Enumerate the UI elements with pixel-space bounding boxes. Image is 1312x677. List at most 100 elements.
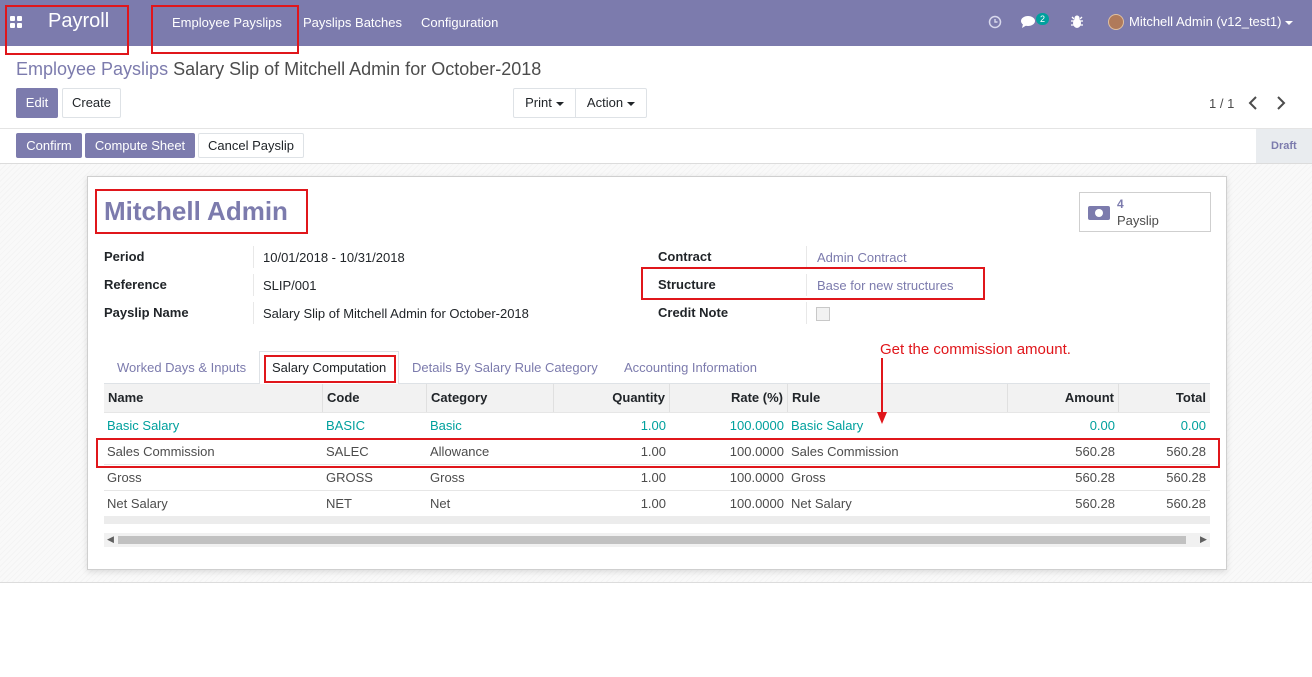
period-label: Period — [104, 249, 145, 264]
cell-name[interactable]: Sales Commission — [107, 439, 215, 465]
cell-total[interactable]: 0.00 — [1119, 413, 1206, 439]
menu-payslips-batches[interactable]: Payslips Batches — [303, 15, 402, 30]
menu-employee-payslips[interactable]: Employee Payslips — [172, 15, 282, 30]
cell-amount[interactable]: 0.00 — [1008, 413, 1115, 439]
period-value[interactable]: 10/01/2018 - 10/31/2018 — [263, 250, 405, 265]
column-rule[interactable]: Rule — [788, 384, 1008, 412]
chevron-down-icon — [1285, 20, 1294, 25]
create-button[interactable]: Create — [62, 88, 121, 118]
payslip-count: 4 — [1117, 197, 1124, 211]
column-code[interactable]: Code — [323, 384, 427, 412]
cell-code[interactable]: GROSS — [326, 465, 373, 491]
pager-next-icon[interactable] — [1276, 96, 1286, 110]
cancel-payslip-button[interactable]: Cancel Payslip — [198, 133, 304, 158]
cell-rule[interactable]: Basic Salary — [791, 413, 863, 439]
column-rate[interactable]: Rate (%) — [670, 384, 788, 412]
money-icon — [1088, 206, 1110, 220]
structure-link[interactable]: Base for new structures — [817, 278, 954, 293]
credit-note-checkbox[interactable] — [816, 307, 830, 321]
field-separator — [253, 274, 254, 296]
tab-salary-computation-label[interactable]: Salary Computation — [272, 360, 386, 375]
cell-amount[interactable]: 560.28 — [1008, 465, 1115, 491]
cell-total[interactable]: 560.28 — [1119, 465, 1206, 491]
scroll-left-icon[interactable]: ◀ — [107, 534, 114, 545]
activity-clock-icon[interactable] — [988, 15, 1002, 29]
table-row[interactable]: Gross GROSS Gross 1.00 100.0000 Gross 56… — [104, 464, 1210, 490]
field-separator — [806, 274, 807, 296]
cell-quantity[interactable]: 1.00 — [554, 465, 666, 491]
chat-count-badge: 2 — [1036, 13, 1050, 25]
app-brand[interactable]: Payroll — [48, 10, 109, 33]
cell-category[interactable]: Basic — [430, 413, 462, 439]
table-row[interactable]: Net Salary NET Net 1.00 100.0000 Net Sal… — [104, 490, 1210, 516]
cell-quantity[interactable]: 1.00 — [554, 491, 666, 517]
cell-code[interactable]: NET — [326, 491, 352, 517]
cell-name[interactable]: Gross — [107, 465, 142, 491]
credit-note-label: Credit Note — [658, 305, 729, 320]
apps-menu-icon[interactable] — [10, 16, 23, 29]
tab-accounting-information[interactable]: Accounting Information — [624, 360, 757, 375]
breadcrumb-parent[interactable]: Employee Payslips — [16, 59, 168, 79]
column-name[interactable]: Name — [104, 384, 323, 412]
user-menu[interactable]: Mitchell Admin (v12_test1) — [1129, 14, 1294, 29]
column-amount[interactable]: Amount — [1008, 384, 1119, 412]
payslip-name-value[interactable]: Salary Slip of Mitchell Admin for Octobe… — [263, 306, 529, 321]
horizontal-scrollbar[interactable]: ◀ ▶ — [104, 533, 1210, 547]
cell-total[interactable]: 560.28 — [1119, 439, 1206, 465]
employee-name[interactable]: Mitchell Admin — [104, 196, 288, 227]
edit-button[interactable]: Edit — [16, 88, 58, 118]
cell-quantity[interactable]: 1.00 — [554, 439, 666, 465]
cell-code[interactable]: SALEC — [326, 439, 369, 465]
print-dropdown[interactable]: Print — [513, 88, 576, 118]
form-background-border — [0, 582, 1312, 583]
top-navbar: Payroll Employee Payslips Payslips Batch… — [0, 0, 1312, 46]
payslip-label: Payslip — [1117, 213, 1159, 228]
contract-label: Contract — [658, 249, 712, 264]
cell-rate[interactable]: 100.0000 — [670, 413, 784, 439]
annotation-arrow-head — [877, 412, 887, 424]
action-dropdown[interactable]: Action — [575, 88, 647, 118]
cell-rate[interactable]: 100.0000 — [670, 465, 784, 491]
cell-rule[interactable]: Gross — [791, 465, 826, 491]
confirm-button[interactable]: Confirm — [16, 133, 82, 158]
user-name: Mitchell Admin (v12_test1) — [1129, 14, 1282, 29]
scroll-right-icon[interactable]: ▶ — [1200, 534, 1207, 545]
column-total[interactable]: Total — [1119, 384, 1210, 412]
tab-worked-days[interactable]: Worked Days & Inputs — [117, 360, 246, 375]
contract-link[interactable]: Admin Contract — [817, 250, 907, 265]
cell-code[interactable]: BASIC — [326, 413, 365, 439]
reference-value[interactable]: SLIP/001 — [263, 278, 317, 293]
field-separator — [806, 302, 807, 324]
table-row[interactable]: Basic Salary BASIC Basic 1.00 100.0000 B… — [104, 412, 1210, 438]
column-quantity[interactable]: Quantity — [554, 384, 670, 412]
user-avatar[interactable] — [1108, 14, 1124, 30]
scrollbar-thumb[interactable] — [118, 536, 1186, 544]
cell-category[interactable]: Allowance — [430, 439, 489, 465]
chevron-down-icon — [555, 101, 564, 106]
cell-category[interactable]: Gross — [430, 465, 465, 491]
payslip-smart-button[interactable]: 4 Payslip — [1079, 192, 1211, 232]
cell-quantity[interactable]: 1.00 — [554, 413, 666, 439]
table-row[interactable]: Sales Commission SALEC Allowance 1.00 10… — [104, 438, 1210, 464]
pager-value[interactable]: 1 / 1 — [1209, 96, 1234, 111]
column-category[interactable]: Category — [427, 384, 554, 412]
menu-configuration[interactable]: Configuration — [421, 15, 498, 30]
tab-details-by-category[interactable]: Details By Salary Rule Category — [412, 360, 598, 375]
cell-rule[interactable]: Sales Commission — [791, 439, 899, 465]
chat-icon[interactable] — [1021, 15, 1037, 29]
compute-sheet-button[interactable]: Compute Sheet — [85, 133, 195, 158]
debug-bug-icon[interactable] — [1070, 14, 1084, 29]
cell-name[interactable]: Net Salary — [107, 491, 168, 517]
cell-name[interactable]: Basic Salary — [107, 413, 179, 439]
cell-rate[interactable]: 100.0000 — [670, 439, 784, 465]
cell-rule[interactable]: Net Salary — [791, 491, 852, 517]
action-label: Action — [586, 95, 624, 110]
chevron-down-icon — [627, 101, 636, 106]
cell-rate[interactable]: 100.0000 — [670, 491, 784, 517]
cell-amount[interactable]: 560.28 — [1008, 491, 1115, 517]
pager-previous-icon[interactable] — [1248, 96, 1258, 110]
cell-category[interactable]: Net — [430, 491, 450, 517]
status-draft[interactable]: Draft — [1256, 129, 1312, 163]
cell-total[interactable]: 560.28 — [1119, 491, 1206, 517]
cell-amount[interactable]: 560.28 — [1008, 439, 1115, 465]
